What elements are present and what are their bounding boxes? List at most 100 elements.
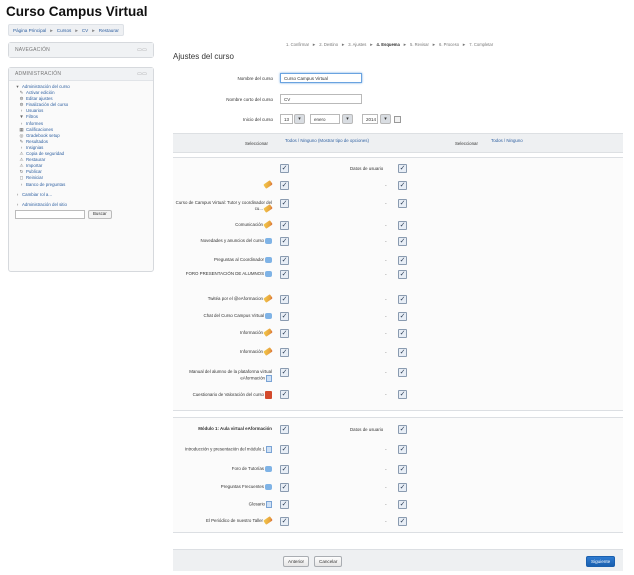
user-data-dash: - — [385, 370, 387, 376]
include-checkbox[interactable]: ✓ — [280, 390, 289, 399]
user-data-checkbox[interactable]: ✓ — [398, 312, 407, 321]
block-dock-icon[interactable]: ▭▭ — [137, 47, 147, 53]
user-data-checkbox[interactable]: ✓ — [398, 199, 407, 208]
user-data-dash: - — [385, 272, 387, 278]
user-data-checkbox[interactable]: ✓ — [398, 221, 407, 230]
next-button[interactable]: Siguiente — [586, 556, 616, 567]
admin-site-administration[interactable]: › Administración del sitio — [15, 202, 147, 208]
full-name-field[interactable]: Curso Campus Virtual — [280, 73, 362, 83]
step-separator: ► — [369, 42, 374, 47]
user-data-checkbox[interactable]: ✓ — [398, 329, 407, 338]
administration-block-header[interactable]: ADMINISTRACIÓN ▭▭ — [9, 68, 153, 81]
chevron-down-icon[interactable]: ▾ — [342, 114, 353, 124]
activity-label: Manual del alumno de la plataforma virtu… — [168, 369, 272, 382]
include-checkbox[interactable]: ✓ — [280, 181, 289, 190]
include-checkbox[interactable]: ✓ — [280, 312, 289, 321]
admin-search-button[interactable]: Buscar — [88, 209, 112, 219]
administration-block-title: ADMINISTRACIÓN — [15, 71, 62, 77]
section-user-data-checkbox[interactable]: ✓ — [398, 164, 407, 173]
user-data-label: Datos de usuario — [350, 166, 384, 171]
user-data-dash: - — [385, 519, 387, 525]
activity-name: Manual del alumno de la plataforma virtu… — [189, 369, 272, 381]
user-data-checkbox[interactable]: ✓ — [398, 181, 407, 190]
start-year-select[interactable]: 2014 — [362, 114, 378, 124]
section-user-data-checkbox[interactable]: ✓ — [398, 425, 407, 434]
start-day-select[interactable]: 13 — [280, 114, 293, 124]
user-data-dash: - — [385, 201, 387, 207]
user-data-checkbox[interactable]: ✓ — [398, 445, 407, 454]
include-checkbox[interactable]: ✓ — [280, 483, 289, 492]
short-name-field[interactable]: CV — [280, 94, 362, 104]
administration-list: ▾ Administración del curso ✎ Activar edic… — [9, 81, 153, 223]
admin-search-input[interactable] — [15, 209, 85, 219]
back-button[interactable]: Anterior — [283, 556, 310, 567]
breadcrumb-separator: ► — [74, 27, 79, 33]
navigation-block-header[interactable]: NAVEGACIÓN ▭▭ — [9, 43, 153, 57]
user-data-dash: - — [385, 258, 387, 264]
user-data-checkbox[interactable]: ✓ — [398, 465, 407, 474]
block-dock-icon[interactable]: ▭▭ — [137, 71, 147, 77]
cancel-button[interactable]: Cancelar — [314, 556, 343, 567]
chevron-down-icon[interactable]: ▾ — [294, 114, 305, 124]
activity-label: Twitéa por el @eAformacion — [168, 294, 273, 304]
activity-label: Preguntas al Coordinador — [168, 257, 272, 263]
breadcrumb-current[interactable]: Restaurar — [99, 28, 119, 33]
start-date-label: Inicio del curso — [242, 117, 273, 122]
activity-label: Comunicación — [168, 220, 273, 230]
administration-block: ADMINISTRACIÓN ▭▭ ▾ Administración del c… — [8, 67, 154, 272]
include-checkbox[interactable]: ✓ — [280, 237, 289, 246]
activity-name: Introducción y presentación del módulo 1 — [184, 446, 265, 452]
include-checkbox[interactable]: ✓ — [280, 465, 289, 474]
include-checkbox[interactable]: ✓ — [280, 517, 289, 526]
user-data-dash: - — [385, 447, 387, 453]
user-data-checkbox[interactable]: ✓ — [398, 348, 407, 357]
include-checkbox[interactable]: ✓ — [280, 445, 289, 454]
user-data-checkbox[interactable]: ✓ — [398, 256, 407, 265]
step-separator: ► — [312, 42, 317, 47]
user-data-dash: - — [385, 239, 387, 245]
activity-label: Información — [168, 328, 273, 338]
user-data-checkbox[interactable]: ✓ — [398, 237, 407, 246]
include-checkbox[interactable]: ✓ — [280, 256, 289, 265]
include-checkbox[interactable]: ✓ — [280, 295, 289, 304]
include-checkbox[interactable]: ✓ — [280, 270, 289, 279]
select-all-none-types[interactable]: Todos / Ninguno (Mostrar tipo de opcione… — [285, 138, 369, 143]
user-data-dash: - — [385, 331, 387, 337]
include-checkbox[interactable]: ✓ — [280, 329, 289, 338]
user-data-checkbox[interactable]: ✓ — [398, 517, 407, 526]
restore-step: 3. Ajustes — [348, 42, 367, 47]
user-data-dash: - — [385, 297, 387, 303]
select-all-none[interactable]: Todos / Ninguno — [491, 138, 523, 143]
restore-step: 4. Esquema — [376, 42, 400, 47]
include-checkbox[interactable]: ✓ — [280, 199, 289, 208]
breadcrumb-courses[interactable]: Cursos — [57, 28, 72, 33]
user-data-checkbox[interactable]: ✓ — [398, 390, 407, 399]
admin-switch-role-label: Cambiar rol a... — [22, 191, 53, 197]
user-data-dash: - — [385, 350, 387, 356]
breadcrumb: Página Principal ► Cursos ► CV ► Restaur… — [8, 24, 124, 36]
user-data-dash: - — [385, 183, 387, 189]
full-name-label: Nombre del curso — [237, 76, 273, 81]
activity-name: Información — [240, 330, 263, 335]
breadcrumb-course[interactable]: CV — [82, 28, 88, 33]
user-data-checkbox[interactable]: ✓ — [398, 270, 407, 279]
user-data-checkbox[interactable]: ✓ — [398, 368, 407, 377]
user-data-dash: - — [385, 467, 387, 473]
include-checkbox[interactable]: ✓ — [280, 500, 289, 509]
breadcrumb-home[interactable]: Página Principal — [13, 28, 46, 33]
user-data-checkbox[interactable]: ✓ — [398, 500, 407, 509]
chevron-down-icon[interactable]: ▾ — [380, 114, 391, 124]
user-data-checkbox[interactable]: ✓ — [398, 295, 407, 304]
include-checkbox[interactable]: ✓ — [280, 368, 289, 377]
select-label: Seleccionar — [245, 141, 268, 146]
activity-name: Comunicación — [235, 222, 263, 227]
start-month-select[interactable]: enero — [310, 114, 340, 124]
calendar-icon[interactable] — [394, 116, 401, 123]
section-include-checkbox[interactable]: ✓ — [280, 164, 289, 173]
include-checkbox[interactable]: ✓ — [280, 221, 289, 230]
admin-site-administration-label: Administración del sitio — [22, 201, 67, 207]
section-include-checkbox[interactable]: ✓ — [280, 425, 289, 434]
activity-label: Introducción y presentación del módulo 1 — [168, 446, 272, 453]
user-data-checkbox[interactable]: ✓ — [398, 483, 407, 492]
include-checkbox[interactable]: ✓ — [280, 348, 289, 357]
